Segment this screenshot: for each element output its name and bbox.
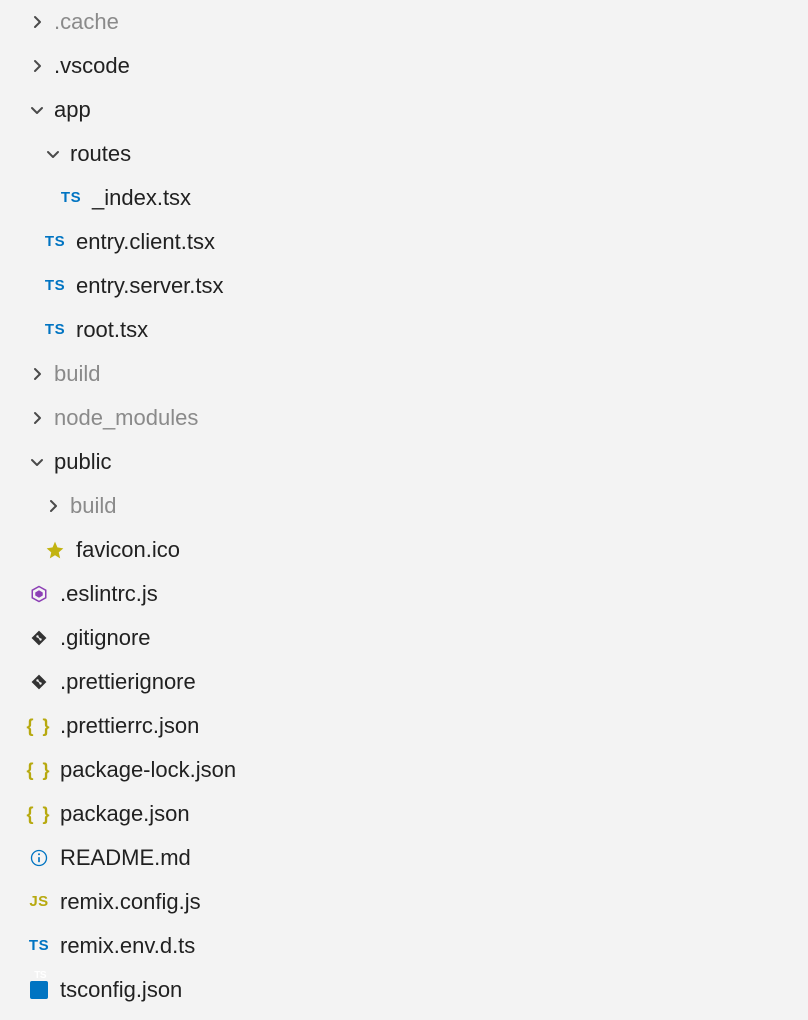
eslint-icon: [28, 583, 50, 605]
git-icon: [28, 671, 50, 693]
file-tree: .cache .vscode app routes TS _index.tsx …: [0, 0, 808, 1012]
chevron-right-icon: [28, 365, 46, 383]
folder-label: public: [54, 440, 111, 484]
chevron-right-icon: [44, 497, 62, 515]
tsconfig-icon: TS: [28, 979, 50, 1001]
file-prettierignore[interactable]: .prettierignore: [0, 660, 808, 704]
file-package-json[interactable]: { } package.json: [0, 792, 808, 836]
typescript-icon: TS: [60, 187, 82, 209]
typescript-icon: TS: [44, 275, 66, 297]
file-label: .prettierrc.json: [60, 704, 199, 748]
folder-label: .cache: [54, 0, 119, 44]
file-label: package.json: [60, 792, 190, 836]
file-label: README.md: [60, 836, 191, 880]
git-icon: [28, 627, 50, 649]
favicon-icon: [44, 539, 66, 561]
json-icon: { }: [28, 803, 50, 825]
file-package-lock[interactable]: { } package-lock.json: [0, 748, 808, 792]
file-root-tsx[interactable]: TS root.tsx: [0, 308, 808, 352]
file-label: .prettierignore: [60, 660, 196, 704]
json-icon: { }: [28, 759, 50, 781]
folder-app[interactable]: app: [0, 88, 808, 132]
file-remix-env[interactable]: TS remix.env.d.ts: [0, 924, 808, 968]
folder-label: routes: [70, 132, 131, 176]
javascript-icon: JS: [28, 891, 50, 913]
file-label: package-lock.json: [60, 748, 236, 792]
typescript-icon: TS: [44, 231, 66, 253]
typescript-icon: TS: [44, 319, 66, 341]
file-label: root.tsx: [76, 308, 148, 352]
file-label: entry.client.tsx: [76, 220, 215, 264]
folder-node-modules[interactable]: node_modules: [0, 396, 808, 440]
chevron-down-icon: [44, 145, 62, 163]
folder-public[interactable]: public: [0, 440, 808, 484]
file-label: entry.server.tsx: [76, 264, 224, 308]
file-label: _index.tsx: [92, 176, 191, 220]
file-label: .eslintrc.js: [60, 572, 158, 616]
folder-cache[interactable]: .cache: [0, 0, 808, 44]
chevron-right-icon: [28, 13, 46, 31]
file-label: remix.env.d.ts: [60, 924, 195, 968]
file-eslintrc[interactable]: .eslintrc.js: [0, 572, 808, 616]
file-label: .gitignore: [60, 616, 151, 660]
file-favicon[interactable]: favicon.ico: [0, 528, 808, 572]
chevron-right-icon: [28, 409, 46, 427]
folder-label: .vscode: [54, 44, 130, 88]
file-entry-client[interactable]: TS entry.client.tsx: [0, 220, 808, 264]
file-tsconfig[interactable]: TS tsconfig.json: [0, 968, 808, 1012]
file-entry-server[interactable]: TS entry.server.tsx: [0, 264, 808, 308]
folder-build[interactable]: build: [0, 352, 808, 396]
file-label: favicon.ico: [76, 528, 180, 572]
folder-vscode[interactable]: .vscode: [0, 44, 808, 88]
chevron-right-icon: [28, 57, 46, 75]
folder-label: app: [54, 88, 91, 132]
file-gitignore[interactable]: .gitignore: [0, 616, 808, 660]
file-label: remix.config.js: [60, 880, 201, 924]
info-icon: [28, 847, 50, 869]
file-prettierrc[interactable]: { } .prettierrc.json: [0, 704, 808, 748]
folder-label: build: [54, 352, 100, 396]
chevron-down-icon: [28, 101, 46, 119]
json-icon: { }: [28, 715, 50, 737]
folder-public-build[interactable]: build: [0, 484, 808, 528]
file-label: tsconfig.json: [60, 968, 182, 1012]
file-index-tsx[interactable]: TS _index.tsx: [0, 176, 808, 220]
folder-label: build: [70, 484, 116, 528]
folder-label: node_modules: [54, 396, 198, 440]
folder-routes[interactable]: routes: [0, 132, 808, 176]
chevron-down-icon: [28, 453, 46, 471]
file-remix-config[interactable]: JS remix.config.js: [0, 880, 808, 924]
file-readme[interactable]: README.md: [0, 836, 808, 880]
